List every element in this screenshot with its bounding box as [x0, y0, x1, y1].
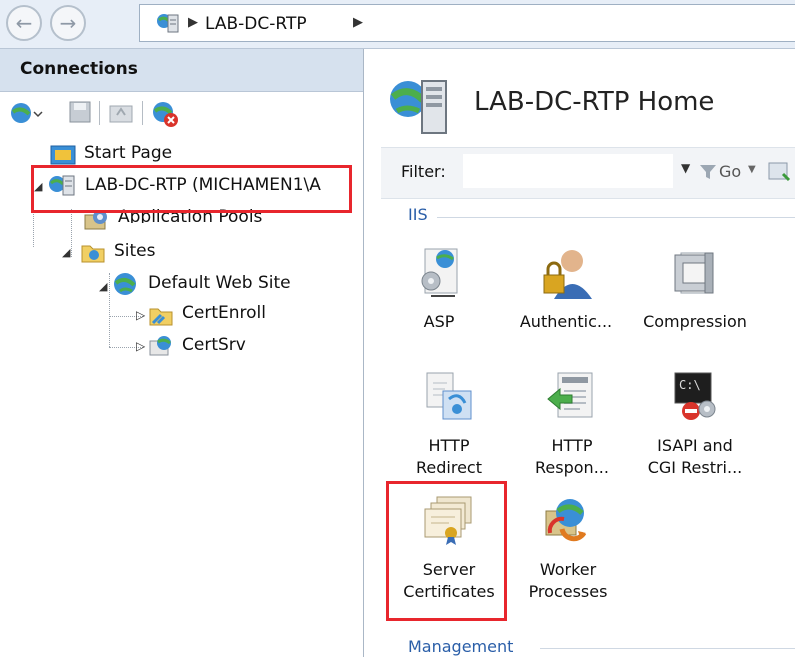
feature-label-line: Compression — [643, 312, 747, 331]
feature-label: Compression — [640, 311, 750, 333]
start-page-icon — [50, 145, 76, 165]
feature-label: HTTP Redirect — [394, 435, 504, 479]
back-arrow-icon[interactable]: ← — [6, 5, 42, 41]
tree-item-sites[interactable]: Sites — [114, 241, 156, 261]
feature-label-line: Processes — [528, 582, 608, 601]
server-highlight-box — [31, 165, 352, 213]
compression-icon — [674, 252, 714, 294]
cert-enroll-folder-icon — [149, 308, 173, 326]
filter-input[interactable] — [463, 154, 673, 188]
expander-icon[interactable]: ◢ — [62, 246, 70, 259]
worker-processes-icon — [545, 499, 587, 542]
asp-icon — [421, 248, 458, 297]
group-divider — [540, 648, 795, 649]
home-panel: LAB-DC-RTP Home Filter: ▼ Go ▼ IIS ASP A… — [364, 49, 795, 657]
feature-label-line: ISAPI and — [657, 436, 733, 455]
feature-label: HTTP Respon... — [517, 435, 627, 479]
show-all-icon[interactable] — [767, 160, 793, 184]
group-divider — [437, 217, 795, 218]
collapsed-expander-icon[interactable]: ▷ — [136, 339, 145, 353]
forward-arrow-icon[interactable]: → — [50, 5, 86, 41]
http-redirect-icon — [426, 372, 472, 420]
go-button[interactable]: Go — [719, 162, 741, 181]
http-response-headers-icon — [547, 372, 593, 418]
feature-label-line: HTTP — [428, 436, 470, 455]
disconnect-globe-icon[interactable] — [151, 100, 181, 128]
go-dropdown-icon[interactable]: ▼ — [748, 164, 756, 175]
breadcrumb[interactable]: LAB-DC-RTP — [205, 14, 307, 34]
sites-folder-icon — [81, 245, 105, 263]
globe-icon — [114, 273, 136, 295]
up-folder-icon[interactable] — [108, 100, 134, 124]
isapi-cgi-restrictions-icon: C:\ — [674, 372, 716, 420]
filter-label: Filter: — [401, 162, 446, 181]
feature-label-line: Respon... — [535, 458, 609, 477]
feature-asp[interactable]: ASP — [384, 245, 494, 333]
filter-dropdown-icon[interactable]: ▼ — [681, 161, 690, 175]
expander-icon[interactable]: ◢ — [99, 280, 107, 293]
tree-item-default-web-site[interactable]: Default Web Site — [148, 273, 291, 293]
feature-authentication[interactable]: Authentic... — [511, 245, 621, 333]
tree-connector — [71, 209, 72, 257]
connections-header: Connections — [0, 49, 363, 92]
address-bar: ← → ▶ LAB-DC-RTP ▶ — [0, 0, 795, 49]
breadcrumb-separator-icon: ▶ — [188, 15, 198, 30]
feature-label: Authentic... — [511, 311, 621, 333]
tree-connector — [109, 273, 110, 347]
feature-isapi-cgi-restrictions[interactable]: C:\ ISAPI and CGI Restri... — [640, 369, 750, 479]
feature-label-line: Worker — [539, 560, 597, 579]
group-label-iis[interactable]: IIS — [408, 205, 428, 224]
tree-item-certsrv[interactable]: CertSrv — [182, 335, 246, 355]
funnel-icon — [700, 165, 716, 179]
toolbar-separator — [99, 101, 100, 125]
collapsed-expander-icon[interactable]: ▷ — [136, 308, 145, 322]
connect-globe-icon[interactable] — [10, 100, 44, 126]
feature-label-line: HTTP — [551, 436, 593, 455]
feature-worker-processes[interactable]: Worker Processes — [513, 493, 623, 603]
authentication-icon — [543, 250, 592, 299]
feature-label-line: CGI Restri... — [647, 458, 743, 477]
feature-label: Worker Processes — [513, 559, 623, 603]
page-title: LAB-DC-RTP Home — [474, 87, 715, 117]
server-certificates-highlight-box — [386, 481, 507, 621]
svg-text:C:\: C:\ — [679, 378, 701, 392]
address-box[interactable]: ▶ LAB-DC-RTP ▶ — [139, 4, 795, 42]
connections-toolbar — [0, 92, 363, 134]
feature-compression[interactable]: Compression — [640, 245, 750, 333]
tree-item-certenroll[interactable]: CertEnroll — [182, 303, 266, 323]
group-label-management[interactable]: Management — [408, 637, 513, 656]
breadcrumb-separator-icon[interactable]: ▶ — [353, 15, 363, 30]
feature-label-line: Authentic... — [519, 312, 613, 331]
feature-label-line: Redirect — [416, 458, 482, 477]
feature-label: ASP — [384, 311, 494, 333]
filter-bar: Filter: ▼ Go ▼ — [381, 147, 795, 199]
feature-http-response-headers[interactable]: HTTP Respon... — [517, 369, 627, 479]
toolbar-separator — [142, 101, 143, 125]
server-icon — [157, 14, 179, 33]
feature-http-redirect[interactable]: HTTP Redirect — [394, 369, 504, 479]
feature-label-line: ASP — [423, 312, 455, 331]
cert-srv-icon — [149, 336, 171, 356]
connections-panel: Connections Start Page ◢ LAB-DC-RTP (MIC… — [0, 49, 364, 657]
feature-label: ISAPI and CGI Restri... — [640, 435, 750, 479]
tree-item-start-page[interactable]: Start Page — [84, 143, 172, 163]
connections-title: Connections — [20, 59, 138, 79]
server-home-icon — [390, 80, 447, 134]
save-icon[interactable] — [68, 100, 92, 124]
